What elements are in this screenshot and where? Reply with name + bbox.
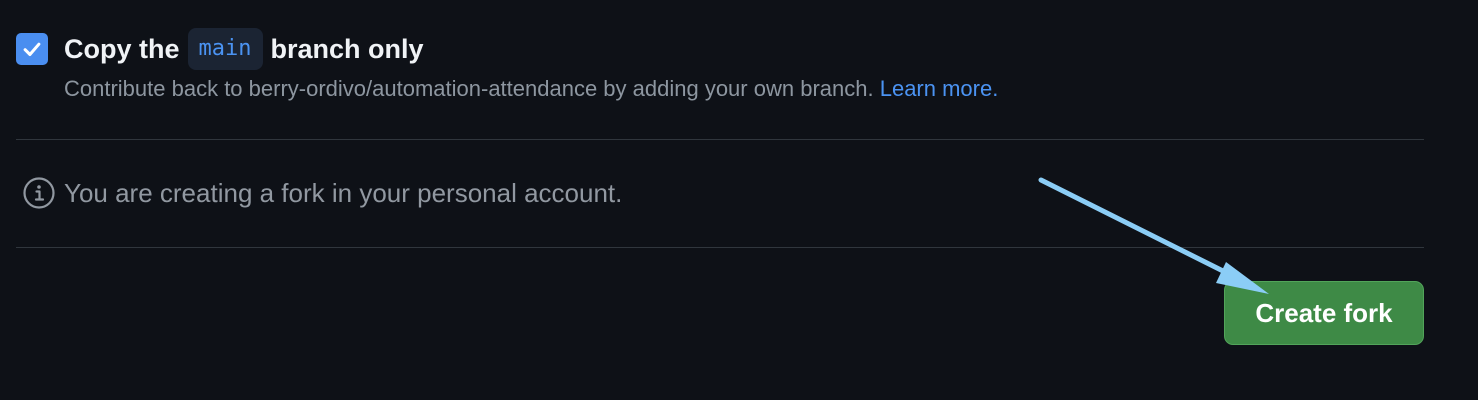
- fork-info-notice: You are creating a fork in your personal…: [22, 176, 622, 210]
- info-icon: [23, 177, 55, 209]
- copy-label-suffix: branch only: [270, 33, 424, 64]
- copy-branch-option: Copy the main branch only: [16, 28, 424, 70]
- fork-options-panel: Copy the main branch only Contribute bac…: [0, 0, 1478, 400]
- branch-name-code: main: [187, 28, 263, 70]
- copy-branch-label: Copy the main branch only: [64, 28, 424, 70]
- checkmark-icon: [23, 42, 41, 57]
- copy-branch-checkbox[interactable]: [16, 33, 48, 65]
- info-message: You are creating a fork in your personal…: [64, 177, 623, 208]
- copy-branch-description: Contribute back to berry-ordivo/automati…: [64, 76, 998, 102]
- description-text: Contribute back to berry-ordivo/automati…: [64, 76, 874, 101]
- learn-more-link[interactable]: Learn more.: [880, 76, 999, 101]
- divider: [16, 247, 1424, 248]
- divider: [16, 139, 1424, 140]
- copy-label-prefix: Copy the: [64, 33, 180, 64]
- create-fork-button[interactable]: Create fork: [1224, 281, 1424, 345]
